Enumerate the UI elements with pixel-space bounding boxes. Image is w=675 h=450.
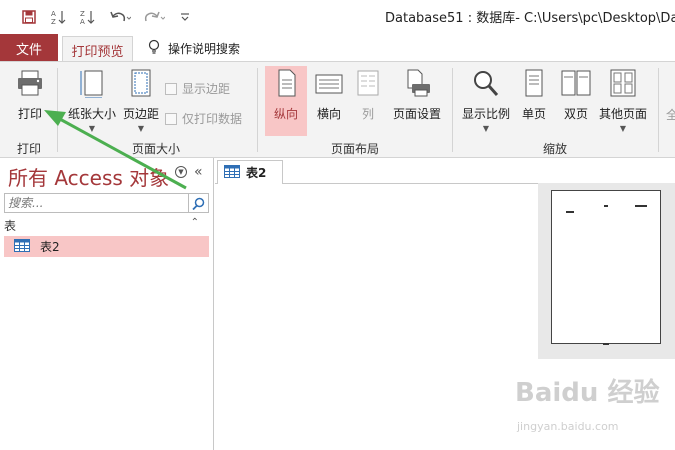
page-header-mark — [604, 205, 608, 207]
page-setup-icon — [402, 68, 432, 101]
nav-search-input[interactable]: 搜索... — [4, 193, 189, 213]
page-header-mark — [635, 205, 647, 207]
page-setup-label: 页面设置 — [392, 107, 441, 121]
two-pages-icon — [560, 68, 592, 101]
portrait-label: 纵向 — [273, 107, 298, 121]
checkbox-icon — [165, 82, 177, 95]
page-header-mark — [566, 211, 574, 213]
margins-button[interactable]: 页边距 ▼ — [121, 68, 161, 133]
watermark-logo: Baidu 经验 — [515, 378, 660, 408]
print-preview-page[interactable] — [551, 190, 661, 345]
title-bar: AZ ZA Database51 : 数据库- C:\Users\pc\Desk… — [0, 0, 675, 34]
table-icon — [14, 238, 30, 255]
portrait-button[interactable]: 纵向 — [268, 68, 304, 122]
show-margins-checkbox[interactable]: 显示边距 — [165, 80, 230, 97]
nav-item-label: 表2 — [40, 240, 60, 254]
paper-size-button[interactable]: 纸张大小 ▼ — [66, 68, 118, 133]
print-button[interactable]: 打印 — [12, 68, 48, 122]
tell-me-search[interactable]: 操作说明搜索 — [148, 34, 240, 62]
page-size-group-label: 页面大小 — [132, 142, 181, 156]
customize-icon[interactable] — [176, 6, 194, 28]
tab-file[interactable]: 文件 — [0, 34, 58, 62]
lightbulb-icon — [148, 39, 160, 58]
page-setup-button[interactable]: 页面设置 — [390, 68, 444, 122]
one-page-label: 单页 — [521, 107, 546, 121]
sort-icon[interactable]: AZ — [48, 6, 70, 28]
sort-desc-icon[interactable]: ZA — [77, 6, 99, 28]
save-icon[interactable] — [18, 6, 40, 28]
group-divider — [452, 68, 453, 152]
print-group-label: 打印 — [17, 142, 42, 156]
checkbox-icon — [165, 112, 177, 125]
landscape-label: 横向 — [316, 107, 341, 121]
zoom-label: 显示比例 — [461, 107, 510, 121]
search-icon[interactable] — [189, 193, 209, 213]
margins-label: 页边距 — [122, 107, 159, 121]
chevron-down-icon: ▼ — [137, 124, 145, 133]
document-tab-table2[interactable]: 表2 — [217, 160, 284, 184]
more-pages-label: 其他页面 — [598, 107, 647, 121]
two-pages-button[interactable]: 双页 — [558, 68, 594, 122]
ribbon-tab-row: 文件 打印预览 操作说明搜索 — [0, 34, 675, 63]
redo-icon[interactable] — [141, 6, 167, 28]
document-tab-label: 表2 — [246, 166, 267, 180]
show-margins-label: 显示边距 — [182, 82, 231, 96]
magnifier-icon — [471, 68, 501, 101]
svg-text:Z: Z — [51, 18, 56, 25]
svg-text:A: A — [80, 18, 85, 25]
paper-size-icon — [77, 68, 107, 101]
nav-pane-title[interactable]: 所有 Access 对象 — [8, 162, 169, 191]
group-divider — [57, 68, 58, 152]
landscape-icon — [314, 68, 344, 101]
undo-icon[interactable] — [107, 6, 133, 28]
chevron-down-icon: ▼ — [619, 124, 627, 133]
nav-section-header[interactable]: 表 ⌃ — [4, 217, 209, 233]
collapse-pane-icon[interactable]: « — [194, 164, 203, 180]
one-page-icon — [519, 68, 549, 101]
printer-icon — [15, 68, 45, 101]
tell-me-label: 操作说明搜索 — [168, 41, 241, 56]
tab-print-preview[interactable]: 打印预览 — [62, 36, 133, 63]
table-icon — [224, 164, 240, 181]
chevron-up-icon: ⌃ — [190, 217, 199, 228]
chevron-down-icon: ▼ — [88, 124, 96, 133]
landscape-button[interactable]: 横向 — [311, 68, 347, 122]
zoom-group-label: 缩放 — [543, 142, 568, 156]
margins-icon — [126, 68, 156, 101]
group-divider — [658, 68, 659, 152]
watermark-url: jingyan.baidu.com — [517, 420, 619, 433]
print-data-only-label: 仅打印数据 — [182, 112, 243, 126]
print-label: 打印 — [17, 107, 42, 121]
chevron-down-icon[interactable]: ▼ — [175, 166, 187, 178]
one-page-button[interactable]: 单页 — [518, 68, 550, 122]
navigation-pane: 所有 Access 对象 ▼ « 搜索... 表 ⌃ 表2 — [0, 158, 214, 450]
overflow-button-label[interactable]: 全 — [666, 106, 675, 123]
ribbon: 打印 打印 纸张大小 ▼ 页边距 ▼ 显示边距 仅打印数据 页面大小 纵向 横向… — [0, 61, 675, 158]
columns-label: 列 — [361, 107, 374, 121]
group-divider — [257, 68, 258, 152]
nav-section-label: 表 — [4, 219, 17, 233]
more-pages-button[interactable]: 其他页面 ▼ — [597, 68, 649, 133]
page-footer-mark — [603, 343, 609, 345]
window-title: Database51 : 数据库- C:\Users\pc\Desktop\Da… — [385, 11, 675, 26]
columns-button[interactable]: 列 — [353, 68, 383, 122]
print-data-only-checkbox[interactable]: 仅打印数据 — [165, 110, 242, 127]
zoom-button[interactable]: 显示比例 ▼ — [460, 68, 512, 133]
chevron-down-icon: ▼ — [482, 124, 490, 133]
columns-icon — [353, 68, 383, 101]
portrait-icon — [271, 68, 301, 101]
page-layout-group-label: 页面布局 — [331, 142, 380, 156]
svg-text:A: A — [51, 10, 56, 18]
paper-size-label: 纸张大小 — [67, 107, 116, 121]
more-pages-icon — [608, 68, 638, 101]
two-pages-label: 双页 — [563, 107, 588, 121]
svg-text:Z: Z — [80, 10, 85, 18]
nav-item-table2[interactable]: 表2 — [4, 236, 209, 257]
